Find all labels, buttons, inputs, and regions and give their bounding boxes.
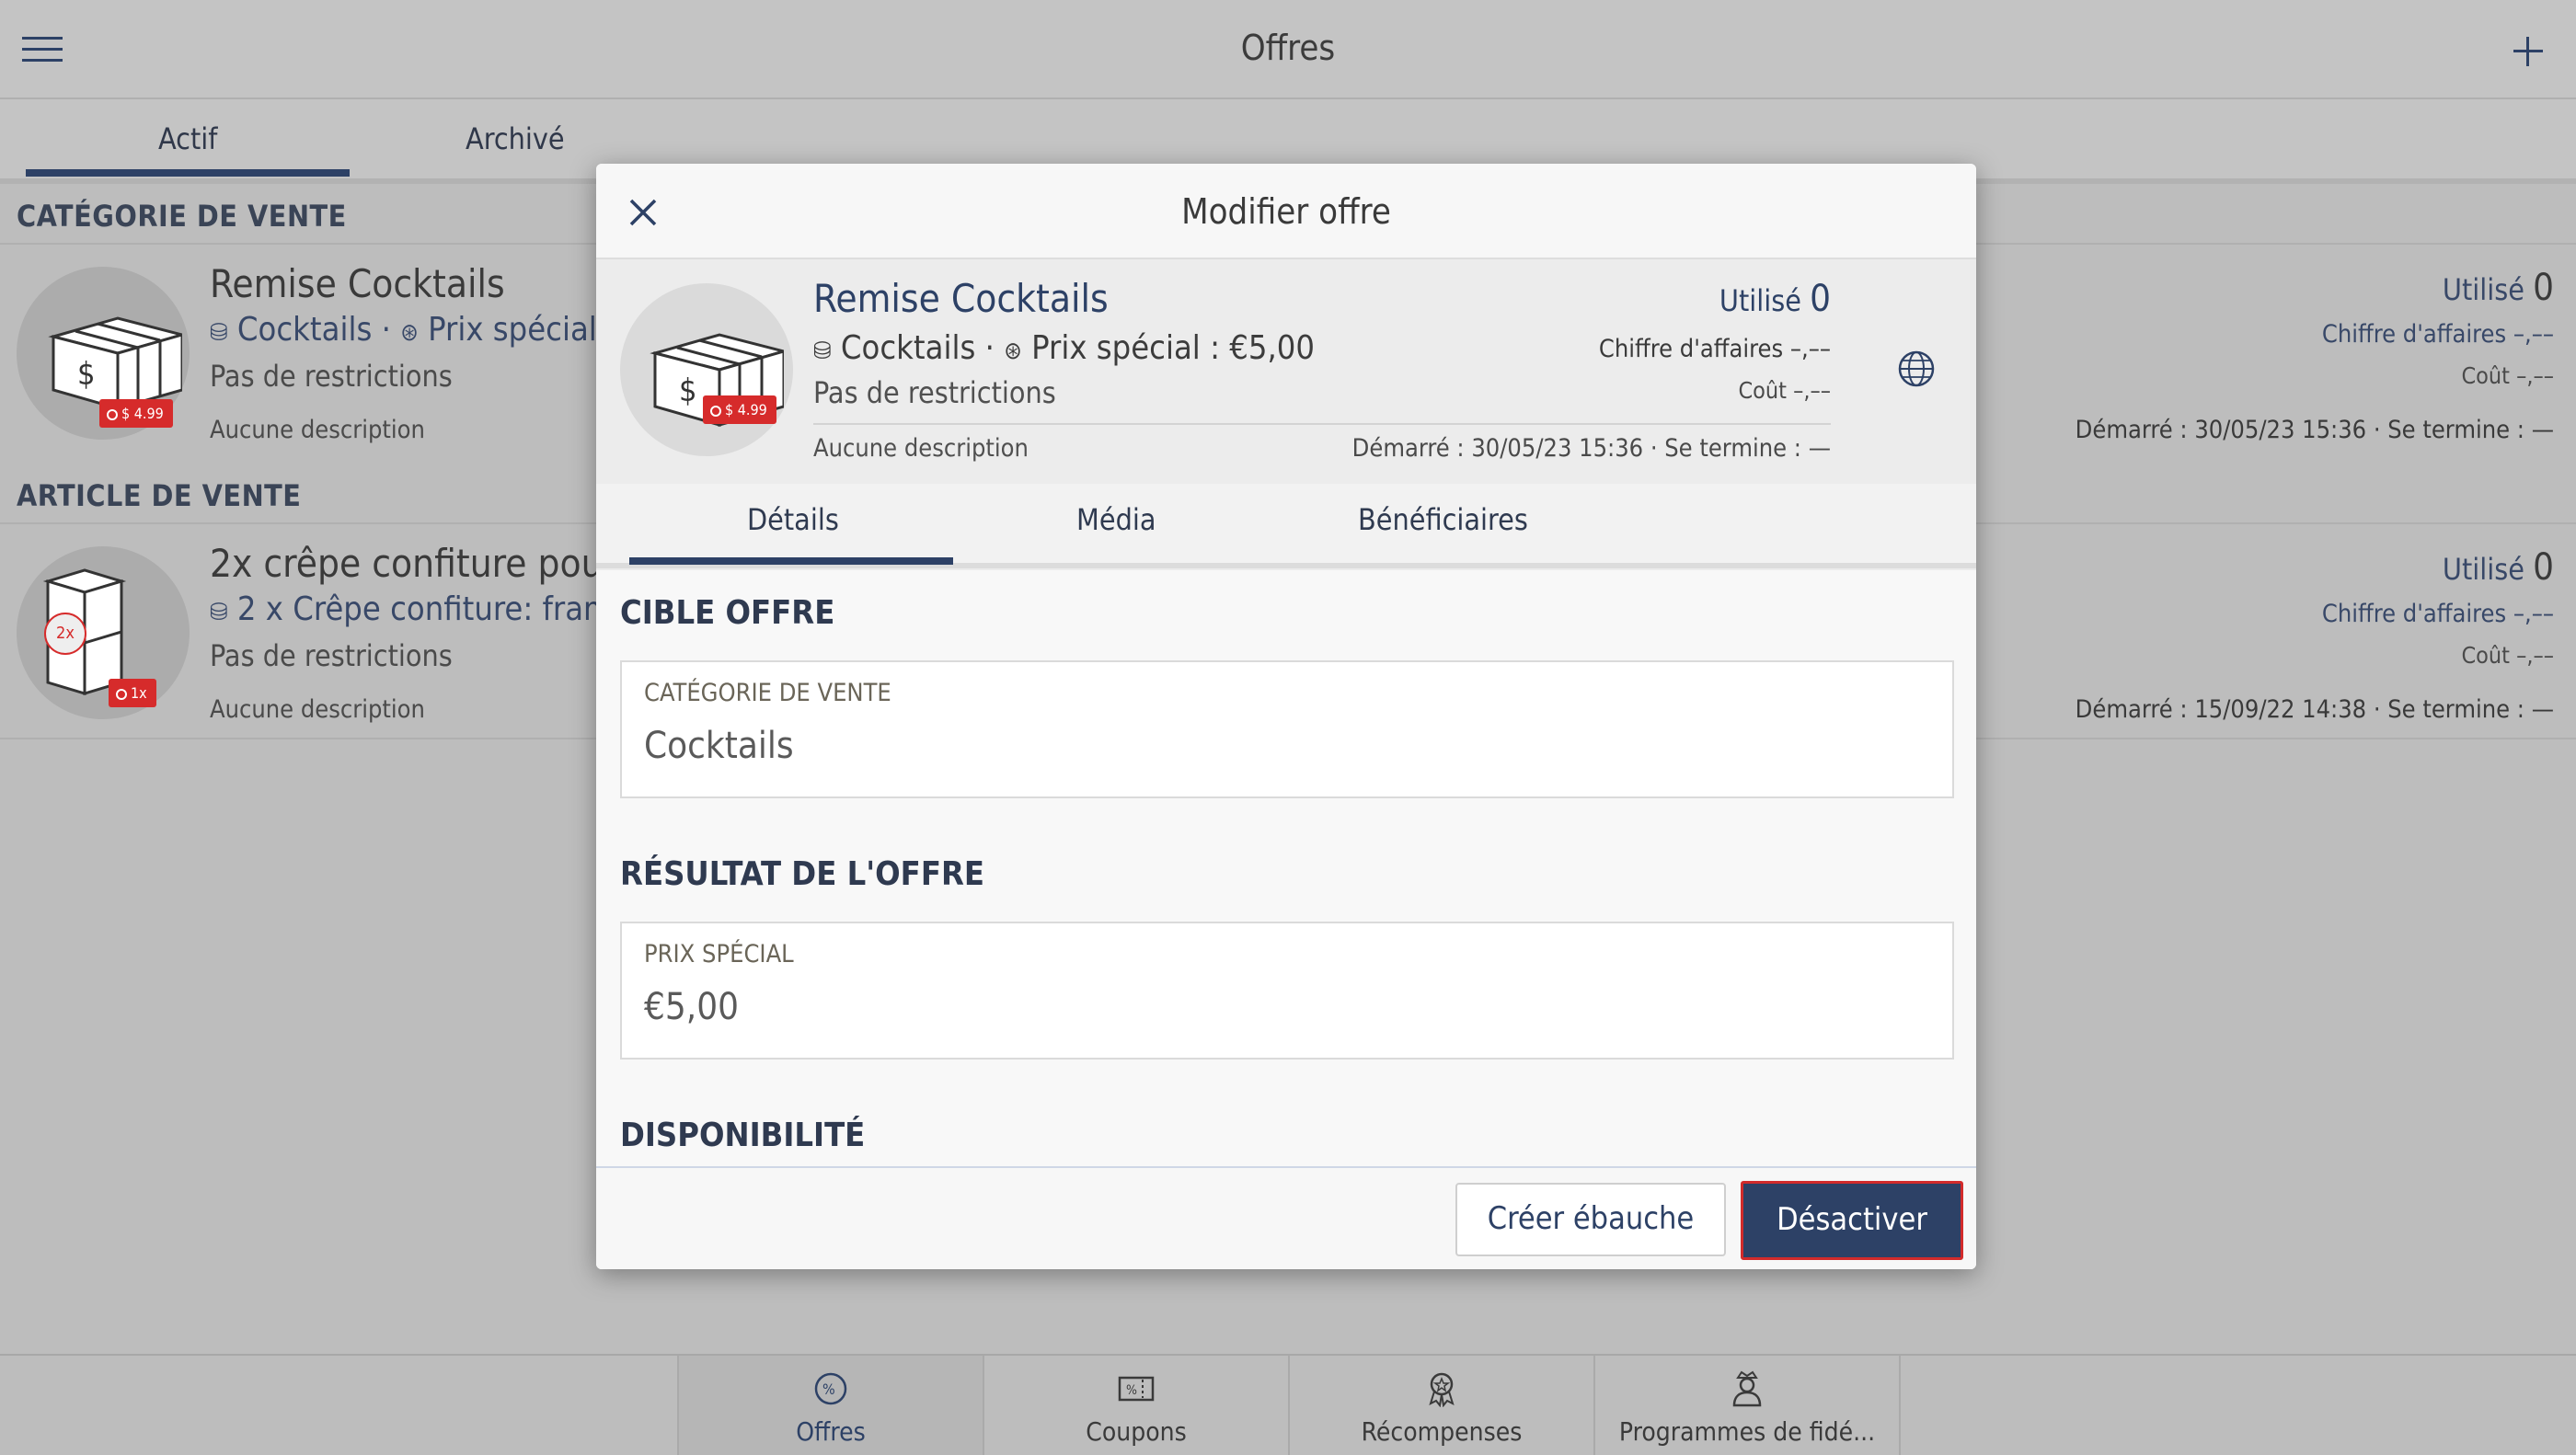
tab-beneficiaires[interactable]: Bénéficiaires: [1358, 502, 1528, 537]
offer-subtitle: ⛁ Cocktails · ⊛ Prix spécial : €5,00: [813, 329, 1315, 367]
used-count: Utilisé 0: [2443, 267, 2554, 309]
plus-icon[interactable]: [2510, 33, 2547, 70]
nav-label: Récompenses: [1361, 1416, 1523, 1447]
used-value: 0: [2533, 546, 2554, 589]
nav-label: Coupons: [1086, 1416, 1187, 1447]
tab-archive[interactable]: Archivé: [466, 121, 565, 156]
tab-media[interactable]: Média: [1076, 502, 1156, 537]
separator: ·: [381, 311, 391, 349]
offers-icon: %: [814, 1372, 847, 1405]
offer-subtitle: ⛁ 2 x Crêpe confiture: framb: [210, 590, 631, 628]
nav-programmes-fidelite[interactable]: Programmes de fidé...: [1593, 1356, 1901, 1455]
offer-description: Aucune description: [813, 434, 1029, 463]
svg-text:%: %: [1126, 1383, 1137, 1398]
tab-actif[interactable]: Actif: [158, 121, 217, 156]
create-draft-button[interactable]: Créer ébauche: [1455, 1183, 1726, 1256]
used-value: 0: [1810, 278, 1831, 320]
svg-text:%: %: [822, 1381, 835, 1398]
edit-offer-dialog: Modifier offre $ $ 4.99 Remise Cocktails…: [596, 164, 1976, 1269]
used-count: Utilisé 0: [2443, 546, 2554, 589]
offer-category: Cocktails: [236, 311, 373, 349]
percent-icon: ⊛: [400, 319, 419, 347]
rewards-icon: [1429, 1372, 1455, 1407]
quantity-badge: 2x: [44, 613, 86, 655]
divider: [813, 423, 1831, 425]
offer-name: Remise Cocktails: [813, 276, 1109, 321]
used-value: 0: [2533, 267, 2554, 309]
offer-thumbnail: $ $ 4.99: [620, 283, 793, 456]
nav-label: Offres: [796, 1416, 866, 1447]
offer-dates: Démarré : 30/05/23 15:36 · Se termine : …: [1351, 434, 1831, 463]
sale-category-field[interactable]: CATÉGORIE DE VENTE Cocktails: [620, 660, 1954, 798]
section-heading-sale-category: CATÉGORIE DE VENTE: [17, 199, 347, 234]
separator: ·: [984, 329, 995, 367]
offer-restrictions: Pas de restrictions: [210, 359, 453, 394]
dialog-header: Modifier offre: [596, 164, 1976, 259]
dialog-title: Modifier offre: [1181, 191, 1391, 232]
dialog-tabs: Détails Média Bénéficiaires: [596, 484, 1976, 568]
dialog-body: CIBLE OFFRE CATÉGORIE DE VENTE Cocktails…: [596, 570, 1976, 1269]
offer-description: Aucune description: [210, 416, 425, 444]
special-price-field[interactable]: PRIX SPÉCIAL €5,00: [620, 922, 1954, 1060]
coupons-icon: %: [1118, 1376, 1155, 1402]
used-label: Utilisé: [2442, 552, 2524, 587]
cost: Coût –,––: [2461, 642, 2554, 669]
loyalty-icon: [1732, 1370, 1762, 1407]
revenue: Chiffre d'affaires –,––: [2321, 320, 2554, 349]
revenue: Chiffre d'affaires –,––: [1598, 335, 1831, 363]
offer-thumbnail: 2x 1x: [17, 546, 190, 719]
offer-subtitle: ⛁ Cocktails · ⊛ Prix spécial: [210, 311, 597, 349]
offer-type: Prix spécial: [428, 311, 597, 349]
box-icon: $: [48, 316, 182, 410]
offer-restrictions: Pas de restrictions: [813, 375, 1056, 410]
offer-title: Remise Cocktails: [210, 261, 505, 306]
nav-coupons[interactable]: % Coupons: [983, 1356, 1288, 1455]
top-app-bar: Offres: [0, 0, 2576, 99]
nav-offres[interactable]: % Offres: [677, 1356, 983, 1455]
field-value: Cocktails: [644, 725, 794, 767]
nav-label: Programmes de fidé...: [1618, 1416, 1876, 1447]
offer-title: 2x crêpe confiture pour: [210, 541, 618, 586]
tab-details[interactable]: Détails: [747, 502, 839, 537]
section-heading-sale-item: ARTICLE DE VENTE: [17, 478, 302, 513]
section-offer-result: RÉSULTAT DE L'OFFRE: [620, 855, 985, 893]
tag-icon: ⛁: [813, 338, 832, 365]
used-label: Utilisé: [1719, 283, 1801, 318]
percent-icon: ⊛: [1004, 338, 1022, 365]
svg-text:$: $: [77, 356, 95, 393]
globe-icon[interactable]: [1897, 349, 1936, 388]
offer-type: Prix spécial : €5,00: [1031, 329, 1315, 367]
quantity-tag: 1x: [109, 679, 156, 707]
offer-category: Cocktails: [840, 329, 976, 367]
offer-dates: Démarré : 15/09/22 14:38 · Se termine : …: [2075, 695, 2554, 724]
deactivate-button[interactable]: Désactiver: [1741, 1181, 1963, 1260]
field-label: PRIX SPÉCIAL: [644, 940, 794, 968]
svg-text:$: $: [679, 372, 696, 409]
price-tag: $ 4.99: [703, 395, 776, 424]
nav-recompenses[interactable]: Récompenses: [1288, 1356, 1593, 1455]
section-offer-target: CIBLE OFFRE: [620, 594, 835, 632]
offer-description: Aucune description: [210, 695, 425, 724]
price-tag: $ 4.99: [99, 399, 173, 428]
active-tab-indicator: [629, 557, 953, 565]
tag-icon: ⛁: [210, 599, 228, 626]
used-count: Utilisé 0: [1719, 278, 1831, 320]
used-label: Utilisé: [2442, 272, 2524, 307]
tag-icon: ⛁: [210, 319, 228, 347]
offer-thumbnail: $ $ 4.99: [17, 267, 190, 440]
page-title: Offres: [1240, 28, 1336, 68]
field-value: €5,00: [644, 986, 739, 1028]
cost: Coût –,––: [1738, 377, 1831, 404]
section-availability: DISPONIBILITÉ: [620, 1117, 866, 1154]
revenue: Chiffre d'affaires –,––: [2321, 600, 2554, 628]
active-tab-indicator: [26, 169, 350, 177]
field-label: CATÉGORIE DE VENTE: [644, 679, 891, 707]
offer-item: 2 x Crêpe confiture: framb: [236, 590, 632, 628]
cost: Coût –,––: [2461, 362, 2554, 389]
bottom-navigation: % Offres % Coupons Récompenses Programme…: [0, 1354, 2576, 1455]
offer-dates: Démarré : 30/05/23 15:36 · Se termine : …: [2075, 416, 2554, 444]
offer-restrictions: Pas de restrictions: [210, 638, 453, 673]
